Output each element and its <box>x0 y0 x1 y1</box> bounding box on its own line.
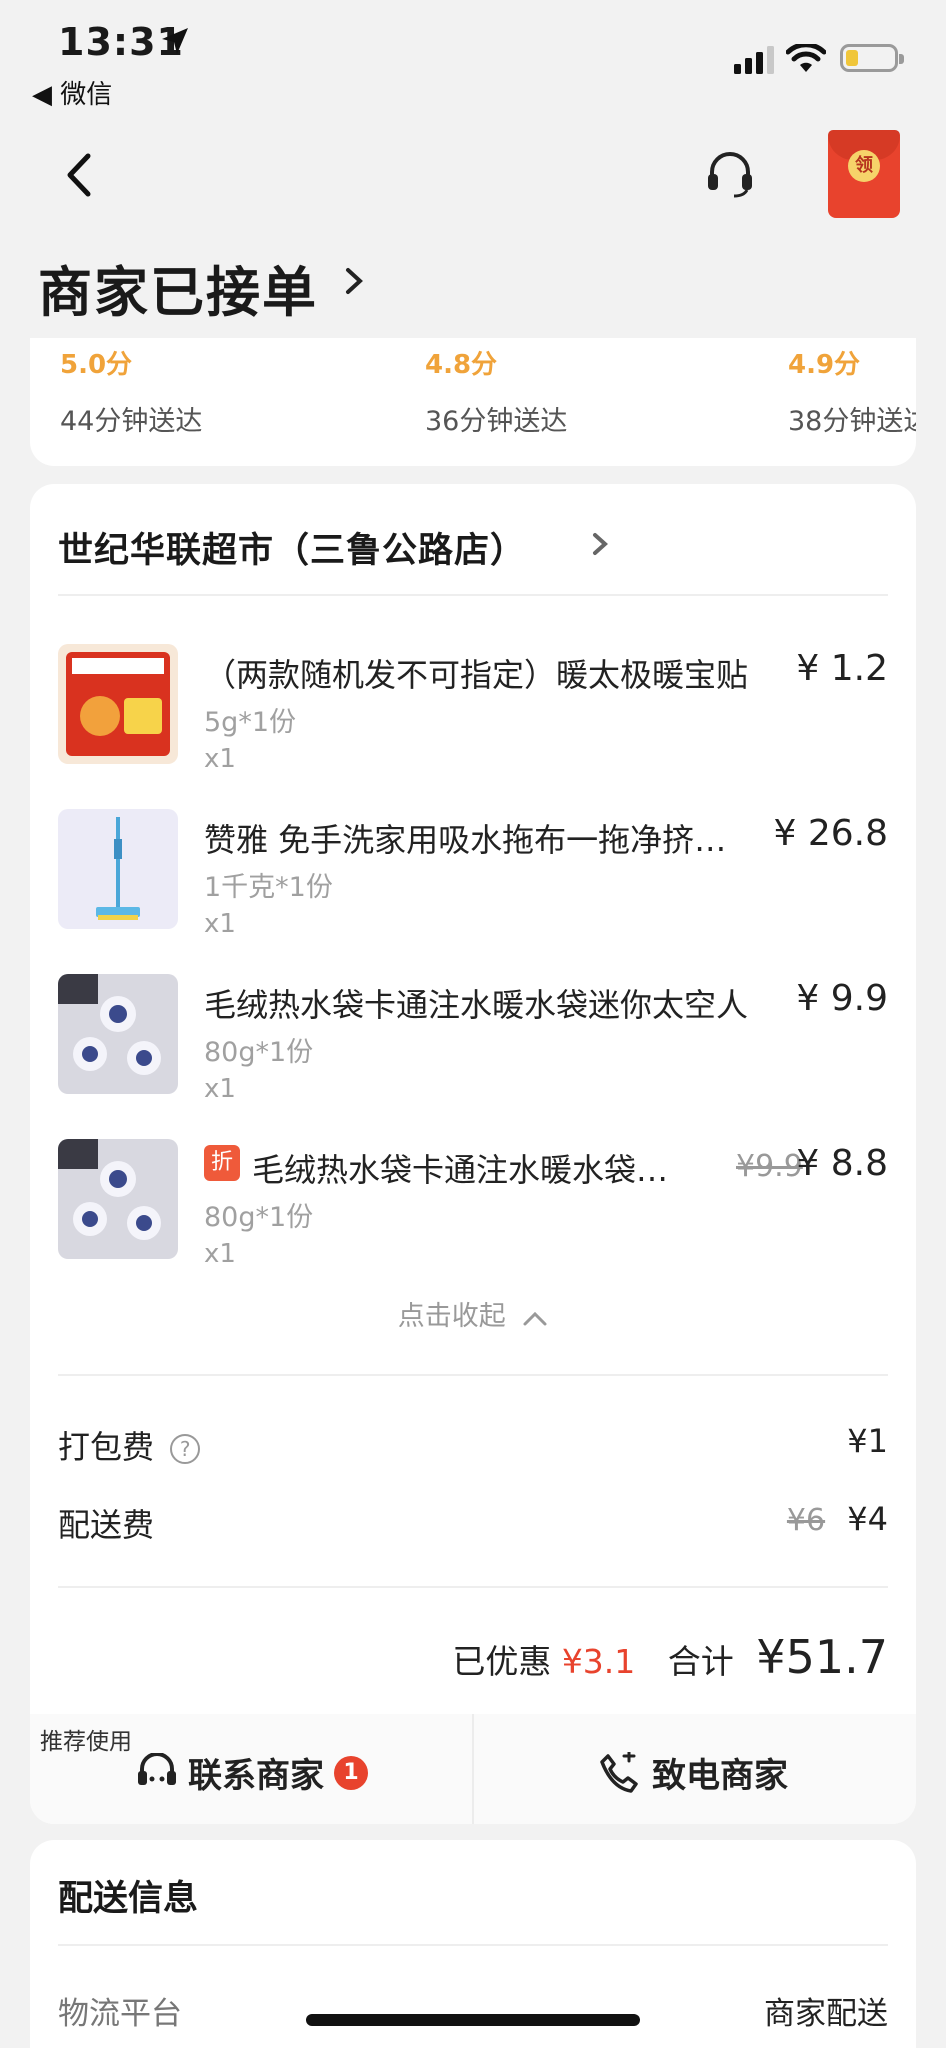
item-name: 毛绒热水袋卡通注水暖水袋迷你太空人 <box>204 986 749 1024</box>
packing-fee-row: 打包费 ? ¥1 <box>58 1422 888 1468</box>
order-card: 世纪华联超市（三鲁公路店） （两款随机发不可指定）暖太极暖宝贴 5g*1份 x1… <box>30 484 916 1824</box>
item-price: ¥ 26.8 <box>773 813 888 854</box>
call-merchant-label: 致电商家 <box>652 1756 788 1796</box>
logistics-platform-row: 物流平台 商家配送 <box>58 1988 888 2033</box>
store-name[interactable]: 世纪华联超市（三鲁公路店） <box>58 522 526 573</box>
divider <box>58 1374 888 1376</box>
headset-icon[interactable] <box>704 148 756 200</box>
divider <box>58 594 888 596</box>
call-merchant-button[interactable]: 致电商家 <box>598 1748 788 1797</box>
store-score: 4.8分 <box>425 350 498 380</box>
recommended-store[interactable]: 4.8分 36分钟送达 <box>425 344 567 438</box>
store-score: 5.0分 <box>60 350 133 380</box>
delivery-fee-row: 配送费 ¥6 ¥4 <box>58 1500 888 1546</box>
item-quantity: x1 <box>204 909 236 939</box>
delivery-fee-original: ¥6 <box>786 1503 826 1538</box>
discount-tag: 折 <box>204 1145 240 1181</box>
item-price: ¥ 1.2 <box>796 648 888 689</box>
item-thumbnail-warmer-patch <box>58 644 178 764</box>
home-indicator <box>306 2014 640 2026</box>
item-price: ¥ 9.9 <box>796 978 888 1019</box>
location-arrow-icon <box>162 28 188 54</box>
contact-actions: 推荐使用 联系商家 1 致电商家 <box>30 1714 916 1824</box>
delivery-fee-label: 配送费 <box>58 1506 155 1544</box>
contact-merchant-label: 联系商家 <box>188 1756 324 1796</box>
back-chevron-icon[interactable] <box>60 150 100 200</box>
discount-value: ¥3.1 <box>561 1642 636 1681</box>
delivery-info-title: 配送信息 <box>58 1879 199 1919</box>
store-eta: 36分钟送达 <box>425 406 568 437</box>
recommended-stores-card: 5.0分 44分钟送达 4.8分 36分钟送达 4.9分 38分钟送达 <box>30 338 916 466</box>
order-item[interactable]: 赞雅 免手洗家用吸水拖布一拖净挤水拖把 1千克*1份 x1 ¥ 26.8 <box>58 809 888 949</box>
collapse-items-button[interactable]: 点击收起 <box>30 1294 916 1333</box>
order-item[interactable]: 毛绒热水袋卡通注水暖水袋迷你太空人 80g*1份 x1 ¥ 9.9 <box>58 974 888 1114</box>
packing-fee-label: 打包费 <box>58 1428 155 1466</box>
total-label: 合计 <box>667 1642 734 1681</box>
item-name: （两款随机发不可指定）暖太极暖宝贴 <box>204 656 749 694</box>
chevron-up-icon <box>523 1311 547 1325</box>
recommended-store[interactable]: 4.9分 38分钟送达 <box>788 344 916 438</box>
order-total-row: 已优惠 ¥3.1 合计 ¥51.7 <box>452 1630 888 1684</box>
item-price: ¥ 8.8 <box>796 1143 888 1184</box>
store-eta: 38分钟送达 <box>788 406 916 437</box>
chevron-right-icon[interactable] <box>342 264 366 298</box>
back-to-wechat[interactable]: ◀ 微信 <box>32 74 112 111</box>
battery-icon <box>840 44 904 72</box>
divider <box>58 1586 888 1588</box>
divider <box>58 1944 888 1946</box>
item-thumbnail-hot-water-bag <box>58 974 178 1094</box>
packing-fee-value: ¥1 <box>847 1422 888 1460</box>
red-packet-icon[interactable]: 领 <box>828 130 900 218</box>
item-quantity: x1 <box>204 1074 236 1104</box>
store-score: 4.9分 <box>788 350 861 380</box>
wifi-icon <box>786 44 826 72</box>
item-name: 赞雅 免手洗家用吸水拖布一拖净挤水拖把 <box>204 821 744 859</box>
item-spec: 5g*1份 <box>204 707 296 738</box>
unread-badge: 1 <box>334 1755 368 1790</box>
chat-icon <box>138 1752 176 1785</box>
recommended-store[interactable]: 5.0分 44分钟送达 <box>60 344 202 438</box>
item-quantity: x1 <box>204 744 236 774</box>
recommend-tag: 推荐使用 <box>40 1729 132 1755</box>
item-name: 毛绒热水袋卡通注水暖水袋迷你太空人 <box>252 1151 692 1189</box>
total-value: ¥51.7 <box>756 1630 888 1684</box>
logistics-platform-label: 物流平台 <box>58 1996 182 2032</box>
item-spec: 1千克*1份 <box>204 872 333 903</box>
delivery-fee-value: ¥4 <box>847 1500 888 1538</box>
logistics-platform-value: 商家配送 <box>764 1996 888 2032</box>
item-thumbnail-mop <box>58 809 178 929</box>
order-item[interactable]: 折 毛绒热水袋卡通注水暖水袋迷你太空人 ¥9.9 80g*1份 x1 ¥ 8.8 <box>58 1139 888 1279</box>
item-original-price: ¥9.9 <box>736 1149 803 1184</box>
red-packet-label: 领 <box>848 150 880 182</box>
order-item[interactable]: （两款随机发不可指定）暖太极暖宝贴 5g*1份 x1 ¥ 1.2 <box>58 644 888 784</box>
item-spec: 80g*1份 <box>204 1202 314 1233</box>
collapse-label: 点击收起 <box>397 1301 506 1332</box>
chevron-right-icon[interactable] <box>590 530 610 558</box>
signal-icon <box>734 46 774 74</box>
page-title[interactable]: 商家已接单 <box>38 248 318 327</box>
item-spec: 80g*1份 <box>204 1037 314 1068</box>
item-thumbnail-hot-water-bag <box>58 1139 178 1259</box>
phone-icon <box>600 1751 638 1793</box>
status-bar: 13:31 ◀ 微信 <box>0 0 946 110</box>
help-icon[interactable]: ? <box>170 1434 201 1464</box>
store-eta: 44分钟送达 <box>60 406 203 437</box>
item-quantity: x1 <box>204 1239 236 1269</box>
contact-merchant-button[interactable]: 联系商家 1 <box>136 1748 368 1797</box>
discount-label: 已优惠 <box>452 1642 552 1681</box>
divider <box>472 1714 474 1824</box>
